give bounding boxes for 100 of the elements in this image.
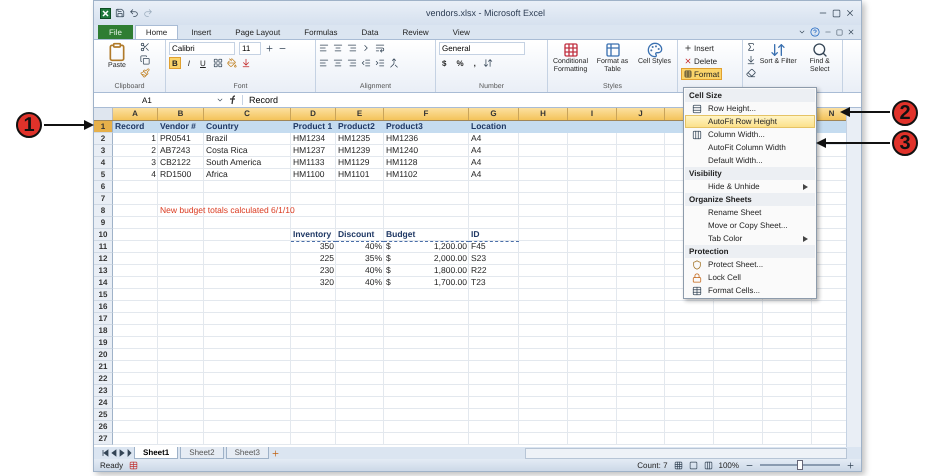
- borders-icon[interactable]: [212, 58, 223, 68]
- row-header[interactable]: 8: [94, 205, 113, 217]
- row-header[interactable]: 20: [94, 349, 113, 361]
- font-size-field[interactable]: 11: [239, 42, 261, 54]
- column-header[interactable]: J: [617, 108, 665, 120]
- currency-button[interactable]: $: [439, 57, 450, 69]
- row-header[interactable]: 27: [94, 433, 113, 445]
- sheet-tab[interactable]: Sheet2: [180, 447, 224, 459]
- ribbon-tab[interactable]: File: [98, 25, 133, 39]
- ribbon-tab[interactable]: Review: [391, 25, 440, 39]
- wrap-text-icon[interactable]: [375, 43, 385, 53]
- fill-color-icon[interactable]: [226, 58, 237, 68]
- menu-item[interactable]: Lock Cell: [685, 271, 815, 284]
- row-header[interactable]: 17: [94, 313, 113, 325]
- menu-item[interactable]: Default Width...: [685, 154, 815, 167]
- search-icon: [812, 42, 828, 58]
- collapse-icon[interactable]: [798, 28, 806, 36]
- align-left-icon[interactable]: [319, 58, 329, 68]
- row-header[interactable]: 6: [94, 181, 113, 193]
- cells-button[interactable]: Delete: [681, 55, 722, 67]
- menu-item[interactable]: Move or Copy Sheet...: [685, 219, 815, 232]
- menu-item[interactable]: Column Width...: [685, 128, 815, 141]
- column-header[interactable]: E: [336, 108, 384, 120]
- row-header[interactable]: 5: [94, 169, 113, 181]
- zoom-thumb[interactable]: [797, 460, 803, 470]
- sheet-tab[interactable]: Sheet1: [134, 447, 178, 459]
- row-header[interactable]: 14: [94, 277, 113, 289]
- menu-item[interactable]: Hide & Unhide: [685, 180, 815, 193]
- cells-button[interactable]: Format: [681, 68, 722, 80]
- eraser-icon[interactable]: [746, 68, 756, 78]
- number-format-field[interactable]: General: [439, 42, 525, 54]
- row-header[interactable]: 2: [94, 133, 113, 145]
- column-header[interactable]: B: [158, 108, 204, 120]
- row-header[interactable]: 13: [94, 265, 113, 277]
- column-header[interactable]: G: [469, 108, 519, 120]
- help-icon[interactable]: [810, 27, 820, 37]
- close-icon[interactable]: [845, 8, 855, 18]
- ribbon-tab[interactable]: View: [442, 25, 481, 39]
- row-header[interactable]: 1: [94, 121, 113, 133]
- undo-icon[interactable]: [129, 8, 139, 18]
- ribbon-tab[interactable]: Insert: [180, 25, 222, 39]
- menu-item[interactable]: AutoFit Row Height: [685, 115, 815, 128]
- scissors-icon[interactable]: [140, 42, 150, 52]
- name-box[interactable]: A1: [102, 96, 212, 104]
- percent-button[interactable]: %: [453, 57, 467, 69]
- save-icon[interactable]: [115, 8, 125, 18]
- comma-button[interactable]: ,: [470, 57, 479, 69]
- row-header[interactable]: 10: [94, 229, 113, 241]
- merge-icon[interactable]: [389, 58, 399, 68]
- column-header[interactable]: I: [568, 108, 617, 120]
- ribbon-tab[interactable]: Formulas: [293, 25, 349, 39]
- row-header[interactable]: 9: [94, 217, 113, 229]
- copy-icon[interactable]: [140, 55, 150, 65]
- column-header[interactable]: F: [384, 108, 469, 120]
- column-header[interactable]: A: [113, 108, 158, 120]
- column-header[interactable]: D: [291, 108, 336, 120]
- ribbon-tab[interactable]: Data: [350, 25, 390, 39]
- row-header[interactable]: 12: [94, 253, 113, 265]
- row-header[interactable]: 24: [94, 397, 113, 409]
- menu-item[interactable]: Row Height...: [685, 102, 815, 115]
- row-header[interactable]: 22: [94, 373, 113, 385]
- menu-item[interactable]: Rename Sheet: [685, 206, 815, 219]
- row-header[interactable]: 18: [94, 325, 113, 337]
- menu-item[interactable]: Tab Color: [685, 232, 815, 245]
- bold-button[interactable]: B: [169, 57, 181, 69]
- font-field[interactable]: Calibri: [169, 42, 235, 54]
- ribbon-tab[interactable]: Home: [134, 25, 178, 39]
- menu-item[interactable]: Protect Sheet...: [685, 258, 815, 271]
- ribbon-tab[interactable]: Page Layout: [224, 25, 292, 39]
- restore-icon[interactable]: [832, 8, 841, 18]
- row-header[interactable]: 25: [94, 409, 113, 421]
- table-cell-text: A4: [471, 145, 482, 156]
- indent-increase-icon[interactable]: [375, 58, 385, 68]
- menu-item[interactable]: Format Cells...: [685, 284, 815, 297]
- cells-button[interactable]: Insert: [681, 42, 722, 54]
- menu-item[interactable]: AutoFit Column Width: [685, 141, 815, 154]
- row-header[interactable]: 23: [94, 385, 113, 397]
- underline-button[interactable]: U: [197, 57, 209, 69]
- close-icon[interactable]: [847, 28, 855, 36]
- row-header[interactable]: 3: [94, 145, 113, 157]
- currency-symbol: $: [386, 241, 391, 252]
- dropdown-icon[interactable]: [216, 96, 224, 104]
- restore-icon[interactable]: [836, 28, 843, 36]
- row-header[interactable]: 11: [94, 241, 113, 253]
- sheet-tab[interactable]: Sheet3: [226, 447, 269, 459]
- column-header[interactable]: C: [204, 108, 291, 120]
- column-header[interactable]: H: [519, 108, 568, 120]
- align-center-icon[interactable]: [333, 58, 343, 68]
- row-header[interactable]: 26: [94, 421, 113, 433]
- zoom-in-icon[interactable]: [846, 460, 855, 470]
- align-right-icon[interactable]: [347, 58, 357, 68]
- sum-icon[interactable]: [746, 42, 756, 52]
- row-header[interactable]: 19: [94, 337, 113, 349]
- italic-button[interactable]: I: [184, 57, 194, 69]
- row-header[interactable]: 16: [94, 301, 113, 313]
- row-header[interactable]: 21: [94, 361, 113, 373]
- row-header[interactable]: 4: [94, 157, 113, 169]
- indent-decrease-icon[interactable]: [361, 58, 371, 68]
- row-header[interactable]: 7: [94, 193, 113, 205]
- row-header[interactable]: 15: [94, 289, 113, 301]
